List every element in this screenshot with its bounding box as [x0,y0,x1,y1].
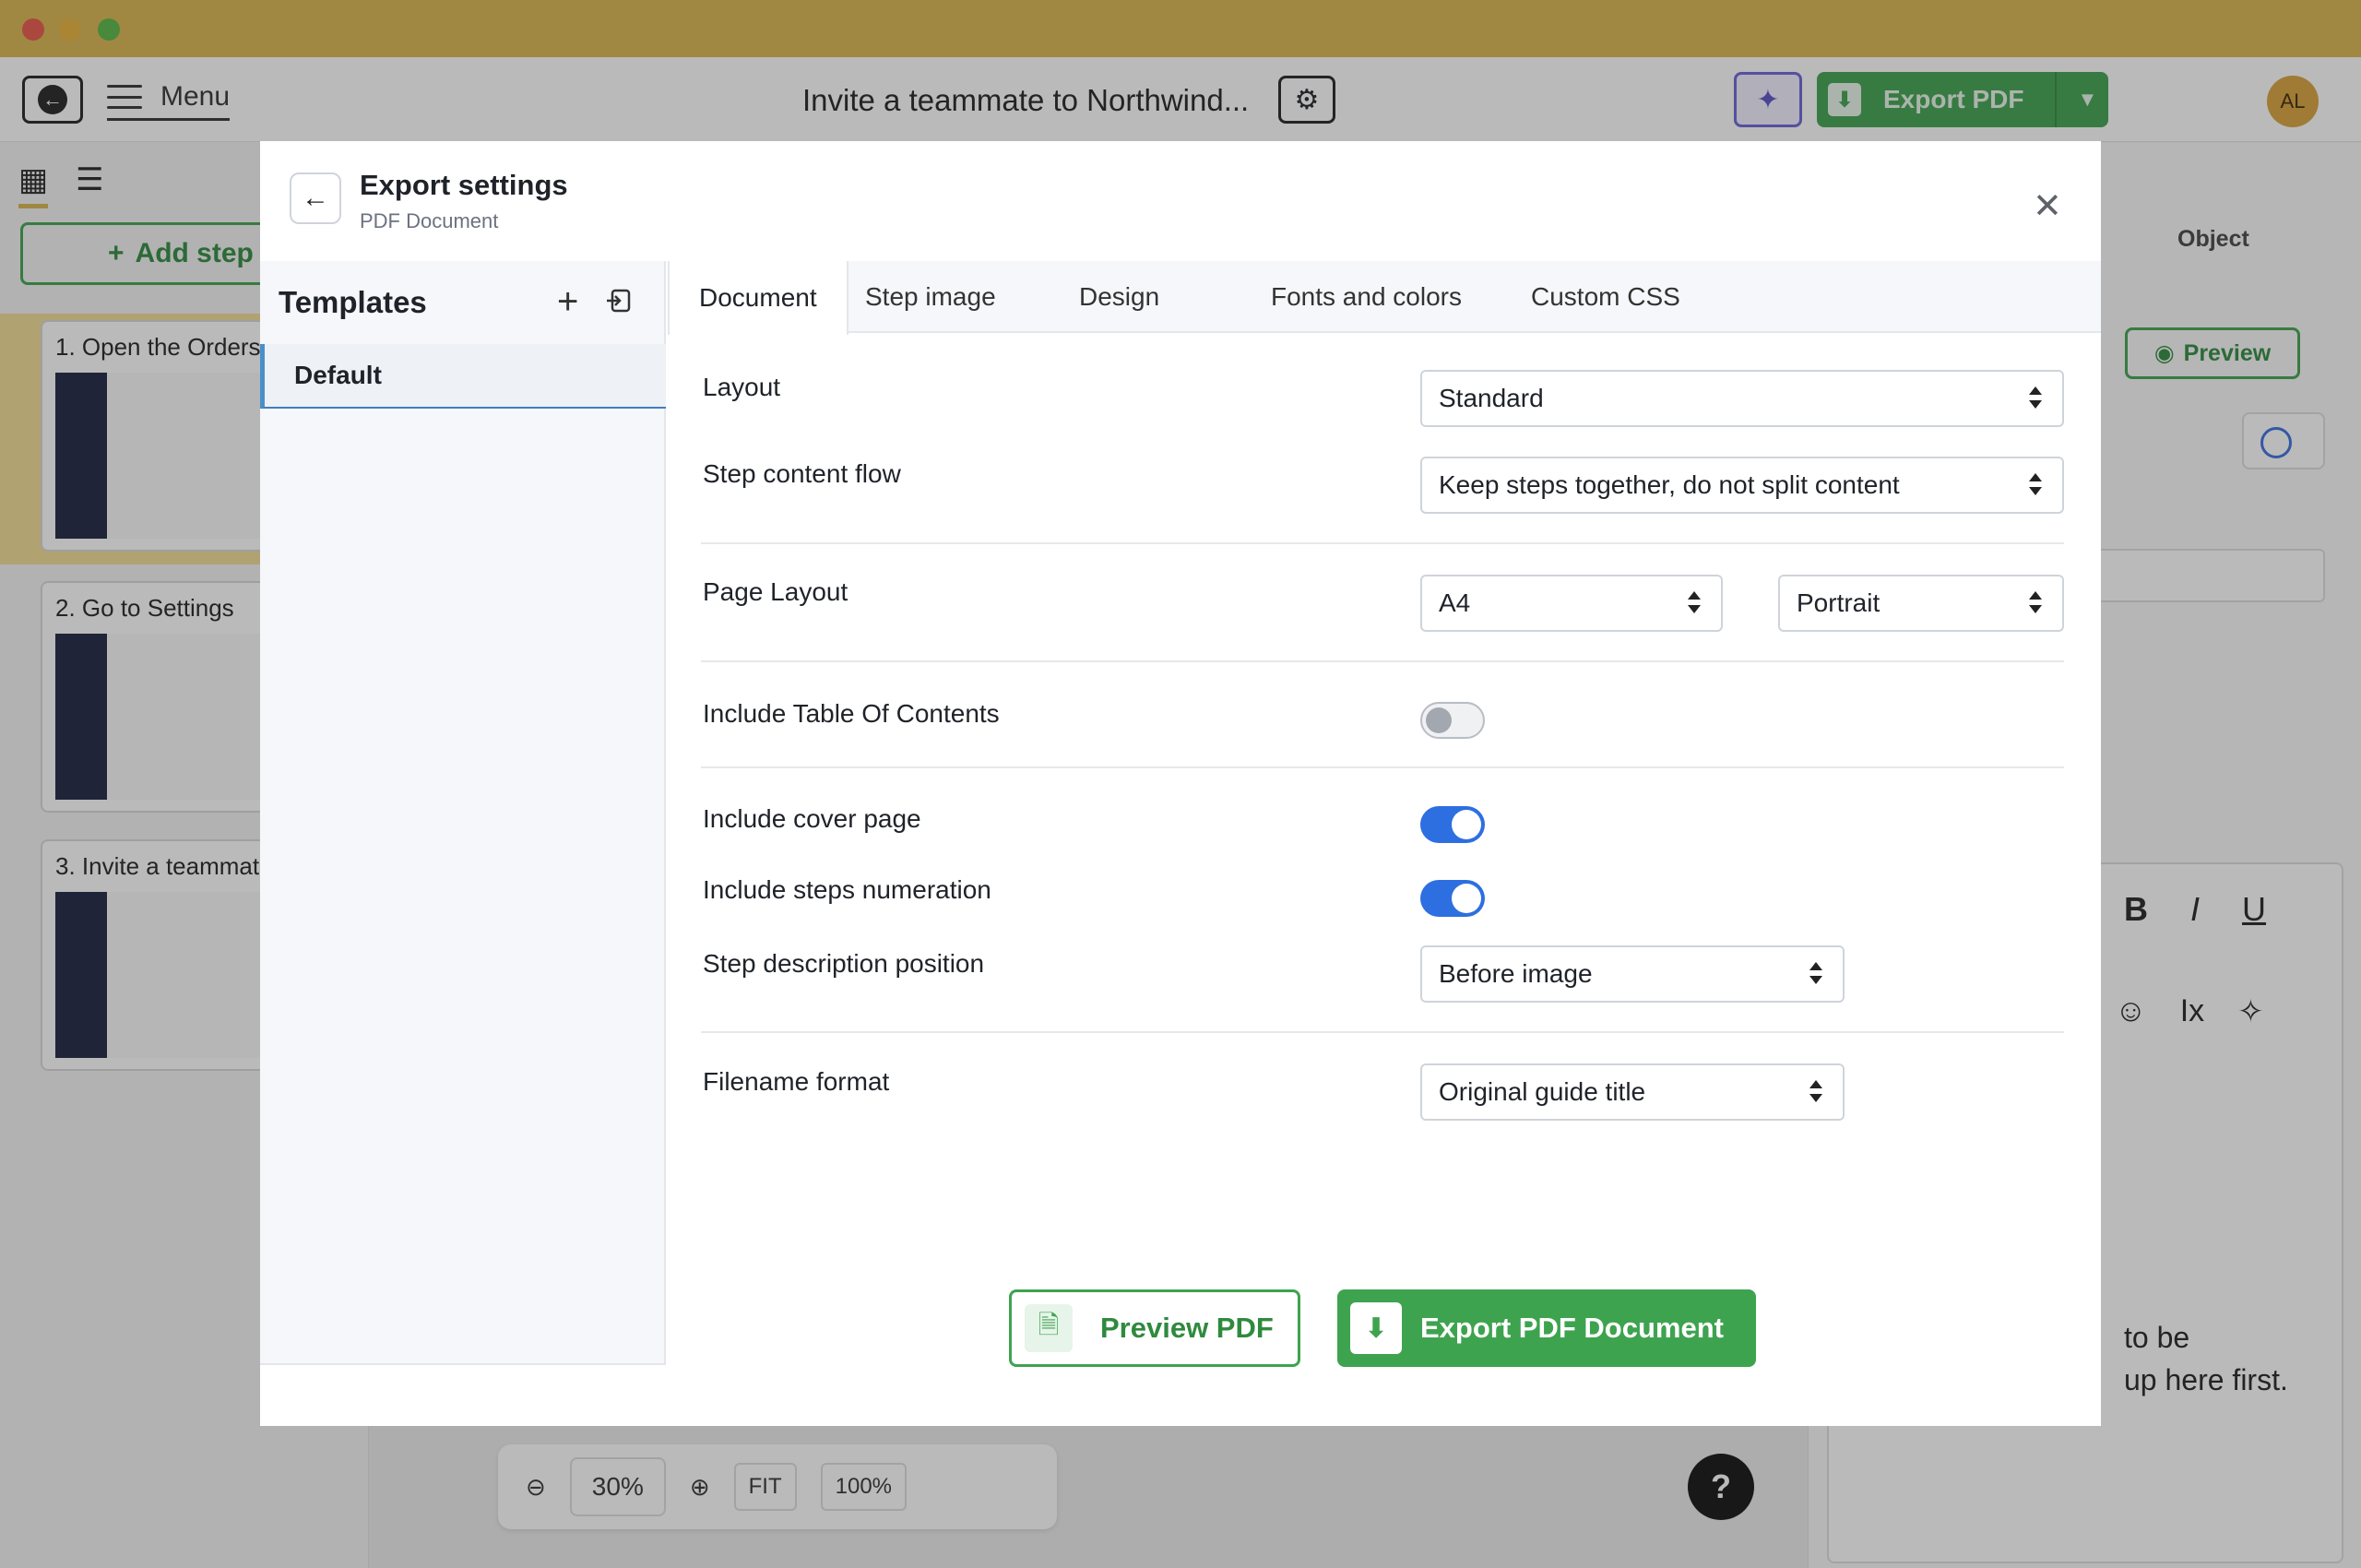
templates-heading: Templates [279,285,427,319]
filename-format-label: Filename format [703,1067,890,1096]
include-numeration-toggle[interactable] [1420,880,1485,917]
import-template-icon[interactable] [605,287,633,315]
templates-panel: Templates + Default [260,261,666,1365]
arrow-left-icon: ← [302,183,329,213]
select-arrows-icon [1688,589,1701,617]
tab-custom-css[interactable]: Custom CSS [1531,261,1680,333]
select-arrows-icon [1809,960,1822,988]
modal-title: Export settings [360,169,568,201]
include-numeration-label: Include steps numeration [703,875,991,904]
tab-design[interactable]: Design [1079,261,1159,333]
add-template-icon[interactable]: + [557,281,578,323]
modal-subtitle: PDF Document [360,209,499,232]
download-icon: ⬇ [1350,1302,1402,1354]
select-arrows-icon [2029,385,2042,412]
step-content-flow-label: Step content flow [703,459,901,488]
include-cover-toggle[interactable] [1420,806,1485,843]
page-orientation-select[interactable]: Portrait [1778,575,2064,632]
include-toc-toggle[interactable] [1420,702,1485,739]
page-size-select[interactable]: A4 [1420,575,1723,632]
preview-pdf-button[interactable]: 🗎 Preview PDF [1009,1289,1300,1367]
tab-document[interactable]: Document [668,261,848,335]
layout-select[interactable]: Standard [1420,370,2064,427]
export-pdf-document-button[interactable]: ⬇ Export PDF Document [1337,1289,1756,1367]
description-position-select[interactable]: Before image [1420,945,1845,1003]
step-content-flow-select[interactable]: Keep steps together, do not split conten… [1420,457,2064,514]
select-arrows-icon [2029,471,2042,499]
file-preview-icon: 🗎 [1025,1304,1073,1352]
include-cover-label: Include cover page [703,804,921,833]
include-toc-label: Include Table Of Contents [703,699,1000,728]
preview-pdf-label: Preview PDF [1100,1312,1274,1344]
description-position-label: Step description position [703,949,985,978]
filename-format-select[interactable]: Original guide title [1420,1063,1845,1121]
template-item-default[interactable]: Default [260,344,666,409]
layout-label: Layout [703,373,781,401]
tab-fonts-and-colors[interactable]: Fonts and colors [1271,261,1462,333]
select-arrows-icon [1809,1078,1822,1106]
tab-step-image[interactable]: Step image [865,261,996,333]
close-icon[interactable]: ✕ [2033,185,2062,227]
modal-back-button[interactable]: ← [290,172,341,224]
page-layout-label: Page Layout [703,577,848,606]
select-arrows-icon [2029,589,2042,617]
settings-tabs: Document Step image Design Fonts and col… [668,261,2101,335]
export-pdf-document-label: Export PDF Document [1420,1312,1724,1344]
export-settings-modal: ← Export settings PDF Document ✕ Templat… [260,141,2101,1426]
